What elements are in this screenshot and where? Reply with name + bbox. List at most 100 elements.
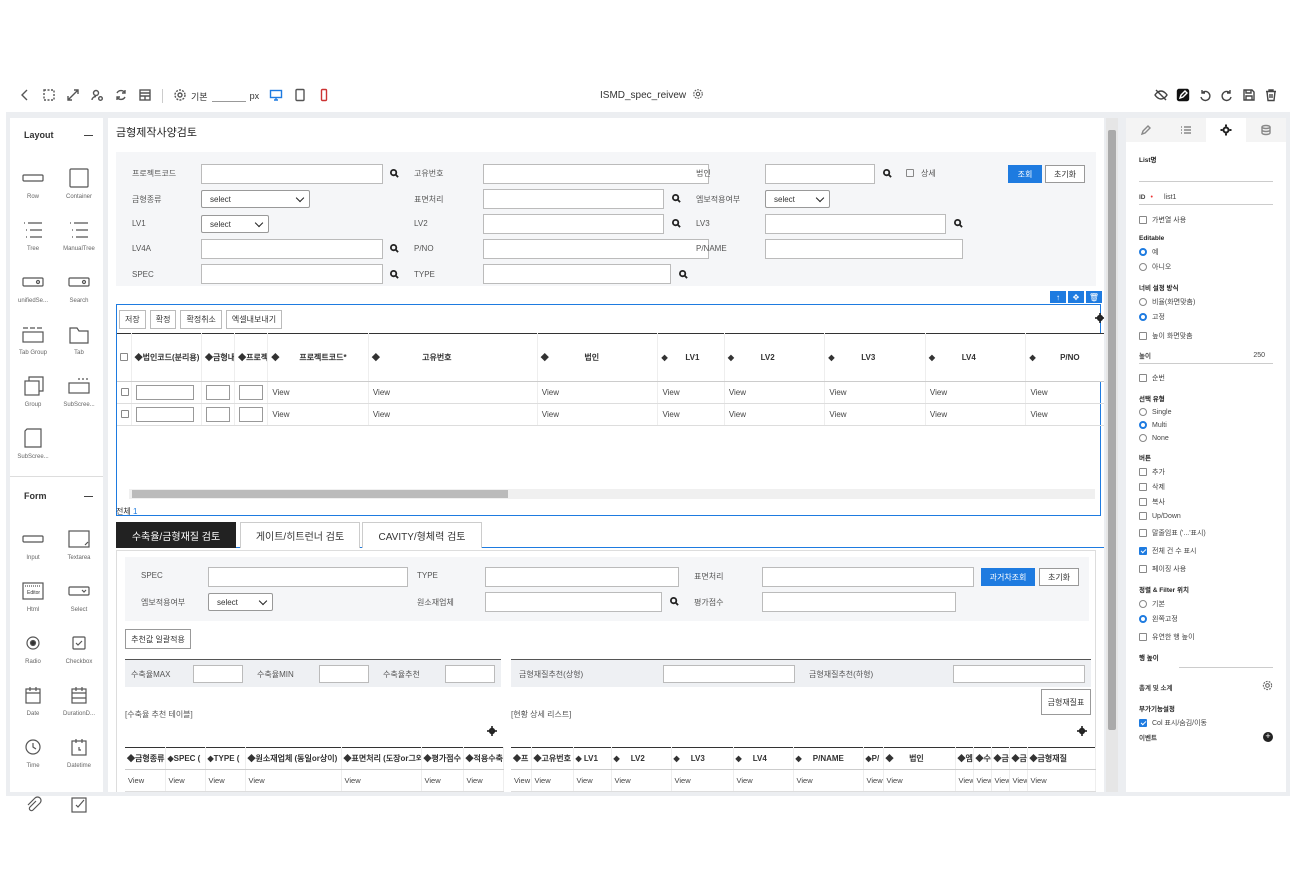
table-cell[interactable]: View bbox=[267, 381, 369, 404]
pane-spec-input[interactable] bbox=[208, 567, 408, 587]
layout-section-header[interactable]: Layout — bbox=[10, 118, 103, 158]
radio-fixed[interactable] bbox=[1139, 313, 1147, 321]
surface-input[interactable] bbox=[483, 189, 664, 209]
tab-data[interactable] bbox=[1246, 118, 1286, 142]
search-icon[interactable] bbox=[883, 169, 892, 178]
pane-emboss-select[interactable]: select bbox=[208, 593, 273, 611]
palette-tab[interactable]: Tab bbox=[56, 314, 102, 366]
select-none[interactable]: None bbox=[1139, 434, 1273, 442]
table-cell[interactable] bbox=[234, 381, 269, 404]
project-code-input[interactable] bbox=[201, 164, 383, 184]
height-field[interactable]: 높이 250 bbox=[1139, 350, 1273, 364]
column-header[interactable]: ◆프로젝 bbox=[234, 333, 269, 382]
reset-button[interactable]: 초기화 bbox=[1045, 165, 1085, 183]
column-header[interactable]: ◆고유번호 bbox=[531, 747, 574, 770]
shrink-rec-input[interactable] bbox=[445, 665, 495, 683]
back-icon[interactable] bbox=[18, 88, 32, 104]
palette-select[interactable]: Select bbox=[56, 571, 102, 623]
search-icon[interactable] bbox=[390, 169, 399, 178]
history-query-button[interactable]: 과거차조회 bbox=[981, 568, 1035, 586]
scrollbar-thumb[interactable] bbox=[1108, 130, 1116, 730]
cancel-confirm-button[interactable]: 확정취소 bbox=[180, 310, 222, 329]
sum-settings-icon[interactable] bbox=[1262, 680, 1273, 693]
unique-no-input[interactable] bbox=[483, 164, 709, 184]
table-cell[interactable]: View bbox=[824, 381, 926, 404]
cell-input[interactable] bbox=[135, 407, 194, 422]
canvas-vertical-scrollbar[interactable] bbox=[1106, 118, 1118, 792]
shrink-max-input[interactable] bbox=[193, 665, 243, 683]
column-header[interactable]: ◆ 법인 bbox=[883, 747, 956, 770]
sort-basic[interactable]: 기본 bbox=[1139, 599, 1273, 609]
table-cell[interactable]: View bbox=[925, 381, 1027, 404]
lv3-input[interactable] bbox=[765, 214, 946, 234]
design-canvas[interactable]: 금형제작사양검토 프로젝트코드 고유번호 법인 상세 조회 초기화 금형종류 s… bbox=[108, 118, 1104, 792]
table-cell[interactable]: View bbox=[883, 769, 956, 792]
table-cell[interactable]: View bbox=[824, 403, 926, 426]
palette-subscreen-2[interactable]: SubScree... bbox=[10, 418, 56, 470]
detail-checkbox[interactable] bbox=[906, 169, 914, 177]
column-header[interactable]: ◆법인코드(분리용) bbox=[131, 333, 202, 382]
order-option[interactable]: 순번 bbox=[1139, 373, 1273, 383]
material-input[interactable] bbox=[485, 592, 662, 612]
search-icon[interactable] bbox=[390, 270, 399, 279]
pno-input[interactable] bbox=[483, 239, 709, 259]
px-input[interactable] bbox=[211, 90, 246, 102]
radio-none[interactable] bbox=[1139, 434, 1147, 442]
base-size-control[interactable]: 기본 px bbox=[173, 88, 259, 104]
mold-type-select[interactable]: select bbox=[201, 190, 310, 208]
ellipsis-option[interactable]: 말줄임표 ('...'표시) bbox=[1139, 528, 1273, 538]
list-name-input[interactable] bbox=[1139, 166, 1273, 182]
pane-reset-button[interactable]: 초기화 bbox=[1039, 568, 1079, 586]
table-cell[interactable] bbox=[201, 381, 236, 404]
table-cell[interactable]: View bbox=[863, 769, 884, 792]
table-cell[interactable]: View bbox=[611, 769, 672, 792]
ellipsis-checkbox[interactable] bbox=[1139, 529, 1147, 537]
width-ratio[interactable]: 비율(화면맞춤) bbox=[1139, 297, 1273, 307]
id-field[interactable]: ID • list1 bbox=[1139, 194, 1273, 205]
desktop-view-icon[interactable] bbox=[269, 88, 283, 104]
table-cell[interactable]: View bbox=[537, 381, 659, 404]
radio-single[interactable] bbox=[1139, 408, 1147, 416]
collapse-icon[interactable]: — bbox=[84, 491, 93, 519]
radio-basic[interactable] bbox=[1139, 600, 1147, 608]
cell-input[interactable] bbox=[135, 385, 194, 400]
fit-height-option[interactable]: 높이 화면맞춤 bbox=[1139, 331, 1273, 341]
id-value[interactable]: list1 bbox=[1164, 194, 1176, 201]
right-settings-icon[interactable] bbox=[1077, 726, 1087, 736]
column-header[interactable]: ◆금 bbox=[1009, 747, 1028, 770]
search-icon[interactable] bbox=[390, 244, 399, 253]
table-cell[interactable]: View bbox=[1027, 769, 1096, 792]
column-header[interactable]: ◆평가점수 bbox=[421, 747, 464, 770]
table-cell[interactable]: View bbox=[537, 403, 659, 426]
add-option[interactable]: 추가 bbox=[1139, 467, 1273, 477]
collapse-icon[interactable]: — bbox=[84, 130, 93, 158]
updown-option[interactable]: Up/Down bbox=[1139, 512, 1273, 520]
table-cell[interactable]: View bbox=[531, 769, 574, 792]
column-header[interactable]: ◆수 bbox=[973, 747, 992, 770]
undo-icon[interactable] bbox=[1198, 88, 1212, 104]
column-header[interactable]: ◆ LV1 bbox=[657, 333, 725, 382]
table-row[interactable]: View View View View View View View View bbox=[117, 403, 1104, 426]
palette-time[interactable]: Time bbox=[10, 727, 56, 779]
refresh-icon[interactable] bbox=[114, 88, 128, 104]
delete-option[interactable]: 삭제 bbox=[1139, 482, 1273, 492]
table-cell[interactable]: View bbox=[1009, 769, 1028, 792]
table-cell[interactable]: View bbox=[657, 403, 725, 426]
tab-settings[interactable] bbox=[1206, 118, 1246, 142]
table-cell[interactable]: View bbox=[1025, 381, 1104, 404]
palette-duration-date[interactable]: DurationD... bbox=[56, 675, 102, 727]
row-checkbox[interactable] bbox=[121, 409, 129, 418]
height-value[interactable]: 250 bbox=[1253, 352, 1265, 359]
table-cell[interactable]: View bbox=[341, 769, 422, 792]
search-icon[interactable] bbox=[672, 219, 681, 228]
type-input[interactable] bbox=[483, 264, 671, 284]
pane-type-input[interactable] bbox=[485, 567, 679, 587]
delete-checkbox[interactable] bbox=[1139, 483, 1147, 491]
column-header[interactable]: ◆금 bbox=[991, 747, 1010, 770]
form-section-header[interactable]: Form — bbox=[10, 483, 103, 519]
column-header[interactable]: ◆표면처리 (도장or그외 bbox=[341, 747, 422, 770]
left-settings-icon[interactable] bbox=[487, 726, 497, 736]
palette-input[interactable]: Input bbox=[10, 519, 56, 571]
table-cell[interactable]: View bbox=[1025, 403, 1104, 426]
column-header[interactable]: ◆ LV4 bbox=[733, 747, 794, 770]
